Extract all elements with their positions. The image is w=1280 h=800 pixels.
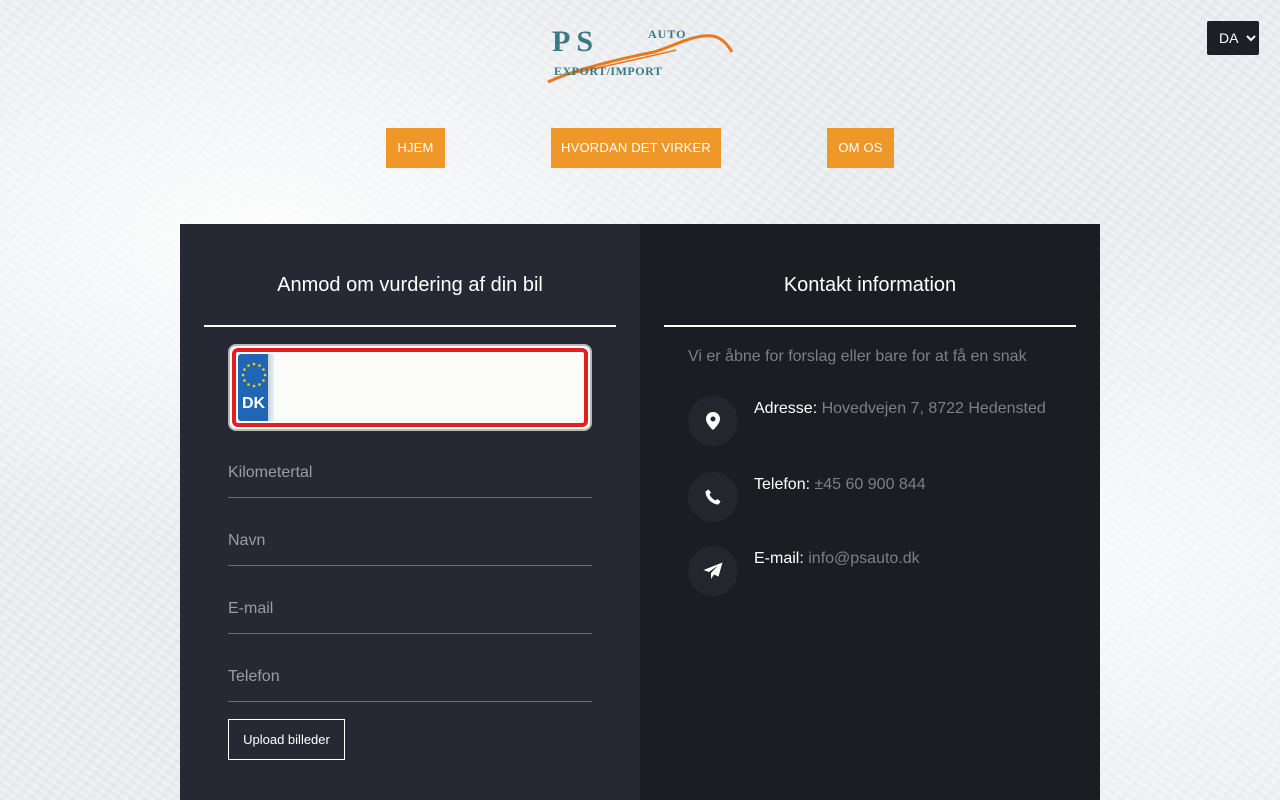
- language-select[interactable]: DA: [1207, 21, 1259, 55]
- title-divider: [204, 325, 616, 327]
- phone-icon: [688, 472, 738, 522]
- valuation-form-panel: Anmod om vurdering af din bil DK Upload …: [180, 224, 640, 800]
- contact-intro-text: Vi er åbne for forslag eller bare for at…: [688, 348, 1027, 365]
- title-divider: [664, 325, 1076, 327]
- phone-label: Telefon:: [754, 476, 811, 493]
- contact-address-row: Adresse: Hovedvejen 7, 8722 Hedensted: [688, 396, 1078, 446]
- phone-field[interactable]: [228, 652, 592, 702]
- plate-country-code: DK: [242, 395, 266, 412]
- nav-about-button[interactable]: OM OS: [827, 128, 894, 168]
- contact-phone-text: Telefon: ±45 60 900 844: [754, 476, 926, 494]
- phone-value[interactable]: ±45 60 900 844: [815, 476, 926, 493]
- logo-tag-top-text: AUTO: [648, 27, 686, 41]
- paper-plane-icon: [688, 546, 738, 596]
- valuation-form-title: Anmod om vurdering af din bil: [277, 274, 543, 296]
- logo-brand-text: PS: [552, 26, 599, 58]
- contact-phone-row: Telefon: ±45 60 900 844: [688, 472, 1078, 522]
- ps-auto-logo[interactable]: PS AUTO EXPORT/IMPORT: [544, 25, 736, 86]
- email-field[interactable]: [228, 584, 592, 634]
- contact-info-panel: Kontakt information Vi er åbne for forsl…: [640, 224, 1100, 800]
- address-label: Adresse:: [754, 400, 818, 417]
- logo-graphic: PS AUTO EXPORT/IMPORT: [547, 25, 734, 84]
- eu-stars-icon: [241, 362, 267, 388]
- license-plate-field[interactable]: DK: [228, 344, 592, 431]
- contact-info-title: Kontakt information: [783, 274, 957, 296]
- map-pin-icon: [688, 396, 738, 446]
- contact-address-text: Adresse: Hovedvejen 7, 8722 Hedensted: [754, 400, 1046, 418]
- address-value: Hovedvejen 7, 8722 Hedensted: [821, 400, 1046, 417]
- eu-band: DK: [238, 354, 274, 421]
- name-field[interactable]: [228, 516, 592, 566]
- license-plate-input[interactable]: [280, 356, 578, 419]
- contact-email-row: E-mail: info@psauto.dk: [688, 546, 1078, 596]
- upload-images-button[interactable]: Upload billeder: [228, 719, 345, 760]
- email-label: E-mail:: [754, 550, 804, 567]
- contact-email-text: E-mail: info@psauto.dk: [754, 550, 920, 568]
- mileage-field[interactable]: [228, 448, 592, 498]
- license-plate-frame: DK: [232, 348, 588, 427]
- nav-home-button[interactable]: HJEM: [386, 128, 445, 168]
- logo-tag-bottom-text: EXPORT/IMPORT: [554, 64, 662, 78]
- email-link[interactable]: info@psauto.dk: [808, 550, 919, 567]
- nav-how-it-works-button[interactable]: HVORDAN DET VIRKER: [551, 128, 721, 168]
